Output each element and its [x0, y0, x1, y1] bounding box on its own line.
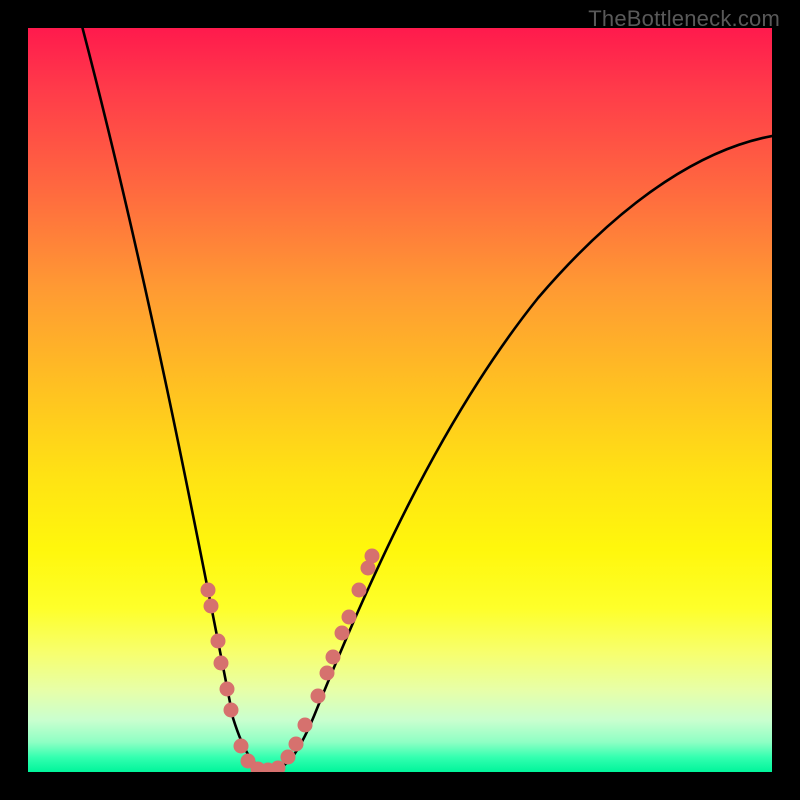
data-dot	[335, 626, 350, 641]
data-dot	[211, 634, 226, 649]
bottleneck-curve	[28, 28, 772, 772]
data-dot	[201, 583, 216, 598]
plot-area	[28, 28, 772, 772]
data-dot	[220, 682, 235, 697]
data-dot	[234, 739, 249, 754]
watermark-text: TheBottleneck.com	[588, 6, 780, 32]
data-dot	[352, 583, 367, 598]
chart-frame: TheBottleneck.com	[0, 0, 800, 800]
data-dot	[214, 656, 229, 671]
data-dot	[224, 703, 239, 718]
data-dot	[298, 718, 313, 733]
data-dot	[342, 610, 357, 625]
data-dot	[320, 666, 335, 681]
data-dot	[289, 737, 304, 752]
data-dot	[311, 689, 326, 704]
data-dot	[281, 750, 296, 765]
curve-path	[82, 28, 772, 770]
data-dot	[365, 549, 380, 564]
data-dot	[204, 599, 219, 614]
data-dot	[326, 650, 341, 665]
